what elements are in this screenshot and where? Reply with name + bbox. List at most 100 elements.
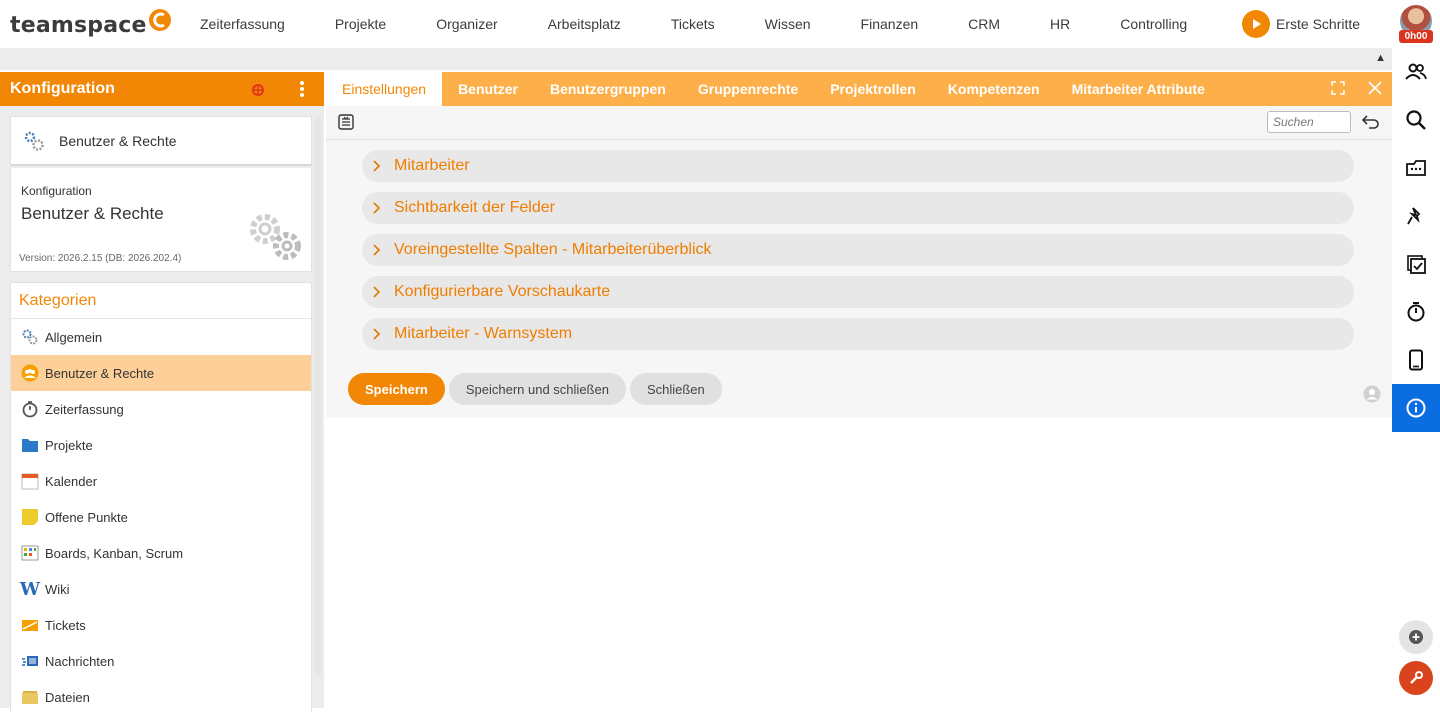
category-allgemein[interactable]: Allgemein [11,319,311,355]
collapse-all-icon[interactable] [338,114,354,130]
nav-projekte[interactable]: Projekte [335,16,386,32]
section-vorschaukarte[interactable]: Konfigurierbare Vorschaukarte [362,276,1354,308]
category-zeiterfassung[interactable]: Zeiterfassung [11,391,311,427]
category-label: Tickets [45,617,86,633]
nav-finanzen[interactable]: Finanzen [861,16,919,32]
nav-zeiterfassung[interactable]: Zeiterfassung [200,16,285,32]
tab-bar: Einstellungen Benutzer Benutzergruppen G… [326,72,1392,106]
section-mitarbeiter[interactable]: Mitarbeiter [362,150,1354,182]
nav-organizer[interactable]: Organizer [436,16,497,32]
first-steps-label: Erste Schritte [1276,16,1361,32]
settings-gears-icon [250,214,301,260]
pin-icon[interactable] [1392,192,1440,240]
category-kalender[interactable]: Kalender [11,463,311,499]
tab-gruppenrechte[interactable]: Gruppenrechte [682,72,814,106]
category-label: Wiki [45,581,70,597]
wrench-icon[interactable] [1399,661,1433,695]
collapse-up-icon[interactable]: ▲ [1375,52,1386,64]
contacts-icon[interactable] [1392,48,1440,96]
section-label: Konfigurierbare Vorschaukarte [394,283,611,300]
section-warnsystem[interactable]: Mitarbeiter - Warnsystem [362,318,1354,350]
tab-kompetenzen[interactable]: Kompetenzen [932,72,1056,106]
nav-tickets[interactable]: Tickets [671,16,715,32]
tab-mitarbeiter-attribute[interactable]: Mitarbeiter Attribute [1056,72,1221,106]
tasks-icon[interactable] [1392,240,1440,288]
category-boards[interactable]: Boards, Kanban, Scrum [11,535,311,571]
section-voreingestellte-spalten[interactable]: Voreingestellte Spalten - Mitarbeiterübe… [362,234,1354,266]
category-nachrichten[interactable]: Nachrichten [11,643,311,679]
version-text: Version: 2026.2.15 (DB: 2026.202.4) [19,253,182,264]
ticket-box-icon[interactable] [1392,144,1440,192]
nav-controlling[interactable]: Controlling [1120,16,1187,32]
breadcrumb-label: Benutzer & Rechte [59,132,177,149]
folder-icon [21,436,39,454]
save-close-button[interactable]: Speichern und schließen [448,373,626,405]
action-buttons: Speichern Speichern und schließen Schlie… [348,373,726,405]
add-icon[interactable] [1399,620,1433,654]
section-label: Mitarbeiter - Warnsystem [394,325,573,342]
save-button[interactable]: Speichern [348,373,445,405]
breadcrumb-card[interactable]: Benutzer & Rechte [10,116,312,166]
tab-projektrollen[interactable]: Projektrollen [814,72,932,106]
board-icon [21,544,39,562]
category-tickets[interactable]: Tickets [11,607,311,643]
settings-area: Mitarbeiter Sichtbarkeit der Felder Vore… [326,140,1392,418]
messages-icon [21,652,39,670]
categories-heading: Kategorien [11,283,311,319]
tab-einstellungen[interactable]: Einstellungen [326,72,443,106]
sticky-note-icon [21,508,39,526]
tab-benutzergruppen[interactable]: Benutzergruppen [534,72,682,106]
search-input[interactable] [1267,111,1351,133]
category-offene-punkte[interactable]: Offene Punkte [11,499,311,535]
toolbar [326,106,1392,140]
category-label: Kalender [45,473,98,489]
info-subtitle: Konfiguration [21,184,92,198]
more-options-icon[interactable] [296,80,308,98]
nav-crm[interactable]: CRM [968,16,1000,32]
categories-card: Kategorien Allgemein Benutzer & Rechte Z… [10,282,312,712]
close-icon[interactable] [1368,81,1382,95]
category-benutzer-rechte[interactable]: Benutzer & Rechte [11,355,311,391]
play-icon [1242,10,1270,38]
chevron-right-icon [373,244,381,256]
calendar-icon [21,472,39,490]
configuration-panel: Konfiguration Benutzer & Rechte Konfigur… [0,72,324,712]
time-tracking-badge[interactable]: 0h00 [1399,30,1433,43]
nav-wissen[interactable]: Wissen [765,16,811,32]
bug-icon[interactable] [250,81,266,97]
category-label: Offene Punkte [45,509,128,525]
section-sichtbarkeit[interactable]: Sichtbarkeit der Felder [362,192,1354,224]
close-button[interactable]: Schließen [629,373,722,405]
main-menu: Zeiterfassung Projekte Organizer Arbeits… [175,0,1212,48]
fullscreen-icon[interactable] [1331,81,1345,95]
stopwatch-icon[interactable] [1392,288,1440,336]
category-dateien[interactable]: Dateien [11,679,311,715]
mobile-icon[interactable] [1392,336,1440,384]
category-label: Benutzer & Rechte [45,365,155,381]
category-label: Projekte [45,437,93,453]
search-icon[interactable] [1392,96,1440,144]
category-label: Zeiterfassung [45,401,124,417]
user-icon[interactable] [1363,385,1381,403]
info-icon[interactable] [1392,384,1440,432]
chevron-right-icon [373,286,381,298]
category-label: Allgemein [45,329,103,345]
teamspace-logo[interactable]: teamspace [10,9,172,40]
category-label: Dateien [45,689,90,705]
category-projekte[interactable]: Projekte [11,427,311,463]
panel-scrollbar[interactable] [314,116,322,676]
right-sidebar [1392,48,1440,708]
collapse-strip: ▲ [0,48,1392,70]
category-wiki[interactable]: W Wiki [11,571,311,607]
nav-hr[interactable]: HR [1050,16,1070,32]
nav-arbeitsplatz[interactable]: Arbeitsplatz [548,16,621,32]
first-steps-button[interactable]: Erste Schritte [1242,10,1360,38]
panel-header: Konfiguration [0,72,324,106]
main-content: Einstellungen Benutzer Benutzergruppen G… [326,72,1392,708]
undo-icon[interactable] [1362,114,1380,130]
tab-benutzer[interactable]: Benutzer [442,72,534,106]
ticket-icon [21,616,39,634]
chevron-right-icon [373,202,381,214]
section-label: Voreingestellte Spalten - Mitarbeiterübe… [394,241,712,258]
panel-title: Konfiguration [10,80,115,97]
